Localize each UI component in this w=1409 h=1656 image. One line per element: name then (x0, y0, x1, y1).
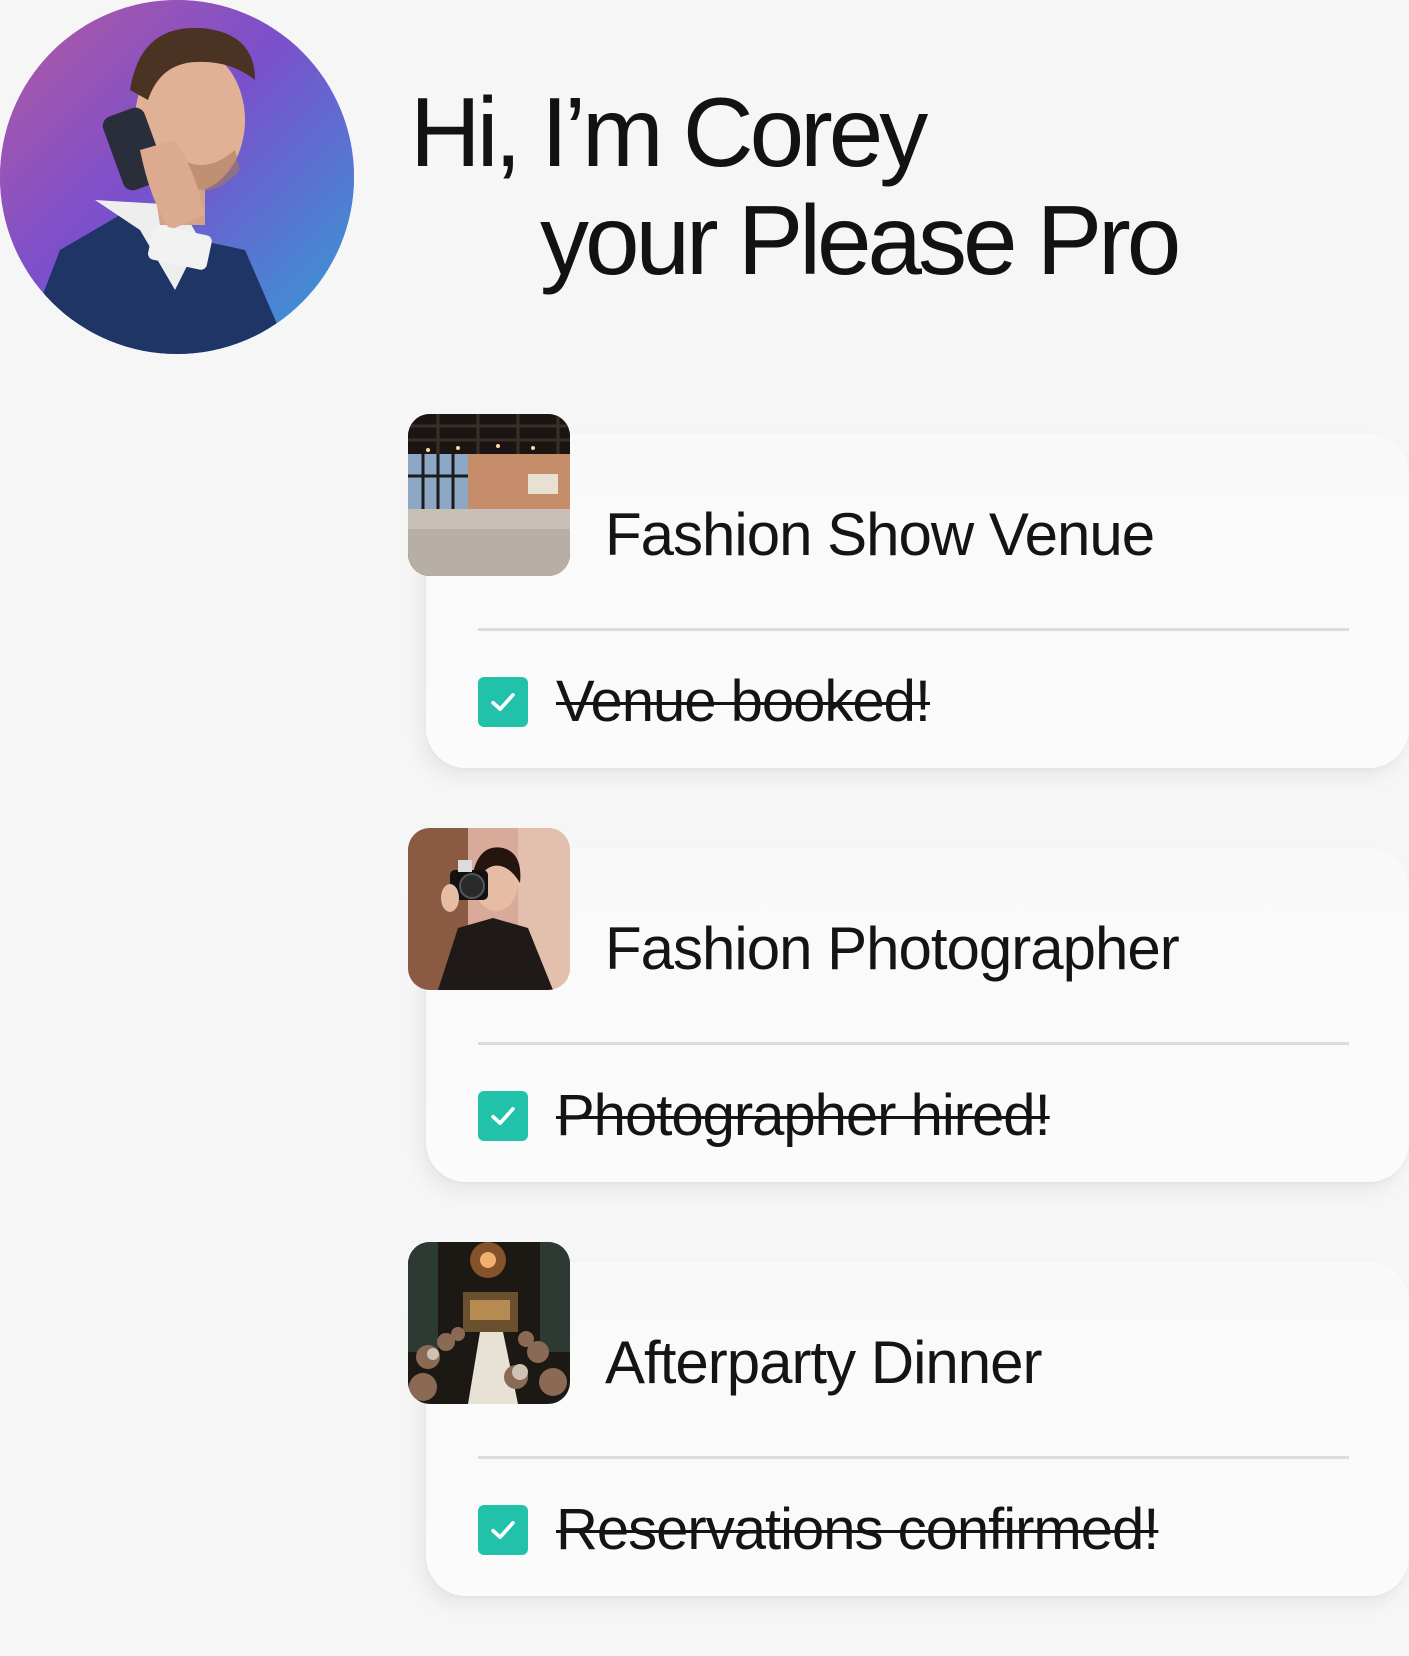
headline-line-1: Hi, I’m Corey (410, 77, 928, 187)
divider (478, 628, 1349, 631)
task-label: Reservations confirmed! (556, 1497, 1159, 1562)
headline-line-2: your Please Pro (540, 185, 1181, 295)
task-item[interactable]: Venue booked! (478, 669, 931, 734)
task-label: Photographer hired! (556, 1083, 1051, 1148)
card-title: Fashion Show Venue (605, 501, 1155, 568)
checkbox-checked[interactable] (478, 1505, 528, 1555)
checkbox-checked[interactable] (478, 677, 528, 727)
corey-portrait-image (0, 0, 354, 354)
photographer-portrait-image (408, 828, 570, 990)
task-item[interactable]: Photographer hired! (478, 1083, 1051, 1148)
dinner-thumbnail (408, 1242, 570, 1404)
task-card-list: Fashion Show Venue Venue booked! Fashion… (408, 414, 1409, 1656)
task-item[interactable]: Reservations confirmed! (478, 1497, 1159, 1562)
headline: Hi, I’m Corey your Please Pro (410, 77, 1181, 295)
task-card-photographer[interactable]: Fashion Photographer Photographer hired! (408, 828, 1409, 1182)
venue-hall-image (408, 414, 570, 576)
divider (478, 1042, 1349, 1045)
card-title: Afterparty Dinner (605, 1329, 1043, 1396)
checkmark-icon (491, 693, 515, 711)
card-title: Fashion Photographer (605, 915, 1180, 982)
checkbox-checked[interactable] (478, 1091, 528, 1141)
task-card-venue[interactable]: Fashion Show Venue Venue booked! (408, 414, 1409, 768)
task-label: Venue booked! (556, 669, 931, 734)
avatar (0, 0, 354, 354)
venue-thumbnail (408, 414, 570, 576)
photographer-thumbnail (408, 828, 570, 990)
dinner-party-image (408, 1242, 570, 1404)
checkmark-icon (491, 1107, 515, 1125)
task-card-dinner[interactable]: Afterparty Dinner Reservations confirmed… (408, 1242, 1409, 1596)
checkmark-icon (491, 1521, 515, 1539)
divider (478, 1456, 1349, 1459)
